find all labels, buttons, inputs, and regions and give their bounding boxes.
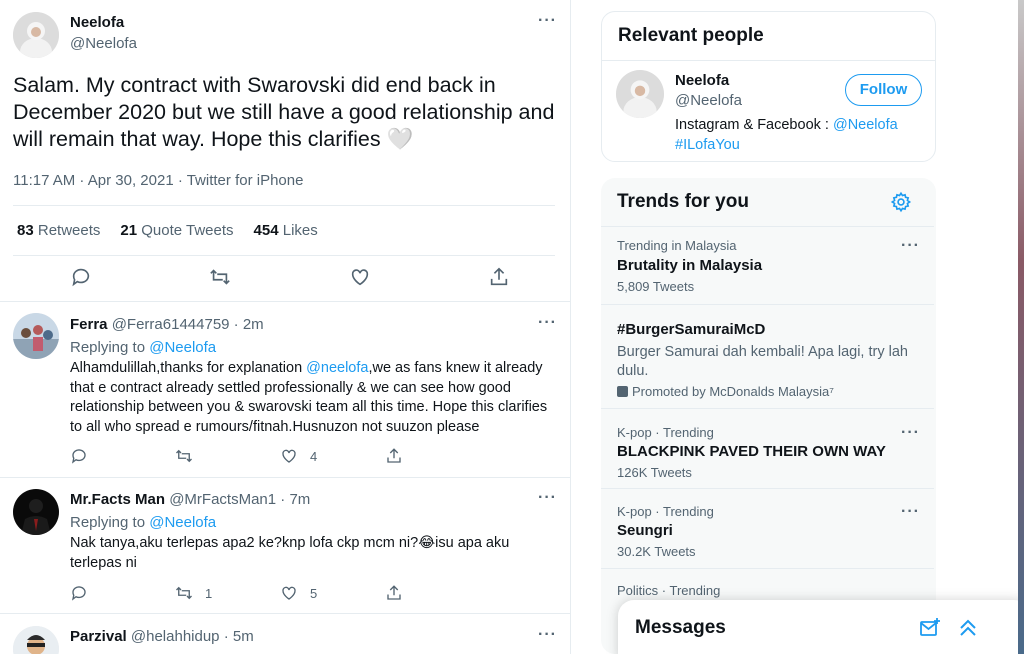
more-options-icon[interactable]: ···: [538, 489, 557, 507]
trend-item[interactable]: K-pop · Trending BLACKPINK PAVED THEIR O…: [601, 408, 934, 488]
reply-icon[interactable]: [70, 584, 175, 602]
like-icon[interactable]: 5: [280, 584, 385, 602]
quote-tweets-stat[interactable]: 21 Quote Tweets: [120, 222, 233, 239]
more-options-icon[interactable]: ···: [901, 424, 920, 442]
sidebar: Relevant people Neelofa @Neelofa Follow …: [571, 0, 1024, 654]
trend-item-promoted[interactable]: #BurgerSamuraiMcD Burger Samurai dah kem…: [601, 304, 934, 408]
reply-text: Alhamdulillah,thanks for explanation @ne…: [70, 360, 548, 435]
person-bio: Instagram & Facebook : @Neelofa #ILofaYo…: [675, 117, 898, 153]
person-name[interactable]: Neelofa: [675, 72, 729, 89]
reply-actions: 1 5: [70, 584, 490, 602]
tweet-actions: [70, 266, 510, 293]
retweet-icon[interactable]: 1: [175, 584, 280, 602]
replying-to-label: Replying to: [70, 514, 146, 531]
retweet-icon[interactable]: [209, 266, 231, 293]
messages-drawer[interactable]: Messages: [618, 600, 1024, 654]
divider: [0, 477, 570, 478]
avatar[interactable]: [13, 626, 59, 654]
more-options-icon[interactable]: ···: [901, 237, 920, 255]
divider: [0, 613, 570, 614]
author-name[interactable]: Ferra: [70, 316, 108, 333]
avatar[interactable]: [13, 12, 59, 58]
card-title: Relevant people: [618, 25, 764, 46]
tweet-stats: 83 Retweets 21 Quote Tweets 454 Likes: [17, 222, 318, 239]
retweet-icon[interactable]: [175, 447, 280, 465]
author-name[interactable]: Mr.Facts Man: [70, 491, 165, 508]
replying-to-label: Replying to: [70, 339, 146, 356]
more-options-icon[interactable]: ···: [538, 314, 557, 332]
bio-hashtag-link[interactable]: #ILofaYou: [675, 137, 740, 153]
reply-icon[interactable]: [70, 447, 175, 465]
likes-stat[interactable]: 454 Likes: [254, 222, 318, 239]
reply-actions: 4: [70, 447, 490, 465]
new-message-icon[interactable]: [918, 616, 942, 645]
mention-link[interactable]: @neelofa: [306, 360, 368, 376]
share-icon[interactable]: [385, 584, 490, 602]
avatar[interactable]: [13, 313, 59, 359]
reply-text: Nak tanya,aku terlepas apa2 ke?knp lofa …: [70, 535, 510, 571]
divider: [13, 205, 555, 206]
trend-item[interactable]: K-pop · Trending Seungri 30.2K Tweets ··…: [601, 488, 934, 568]
conversation-column: Neelofa @Neelofa ··· Salam. My contract …: [0, 0, 571, 654]
avatar[interactable]: [13, 489, 59, 535]
bio-mention-link[interactable]: @Neelofa: [833, 117, 898, 133]
author-name[interactable]: Neelofa: [70, 14, 124, 31]
share-icon[interactable]: [488, 266, 510, 293]
author-name[interactable]: Parzival: [70, 628, 127, 645]
share-icon[interactable]: [385, 447, 490, 465]
divider: [0, 301, 570, 302]
replying-to-link[interactable]: @Neelofa: [149, 514, 216, 531]
person-handle[interactable]: @Neelofa: [675, 92, 742, 109]
tweet-timestamp[interactable]: 11:17 AM · Apr 30, 2021 · Twitter for iP…: [13, 172, 303, 189]
more-options-icon[interactable]: ···: [538, 12, 557, 30]
reply-icon[interactable]: [70, 266, 92, 293]
author-handle[interactable]: @Ferra61444759 · 2m: [112, 316, 264, 333]
replying-to-link[interactable]: @Neelofa: [149, 339, 216, 356]
like-icon[interactable]: [349, 266, 371, 293]
retweets-stat[interactable]: 83 Retweets: [17, 222, 100, 239]
author-handle[interactable]: @helahhidup · 5m: [131, 628, 254, 645]
author-handle[interactable]: @Neelofa: [70, 35, 137, 52]
like-count: 5: [310, 585, 318, 601]
retweet-count: 1: [205, 585, 213, 601]
relevant-people-card: Relevant people Neelofa @Neelofa Follow …: [601, 11, 936, 162]
window-edge: [1018, 0, 1024, 654]
tweet-text: Salam. My contract with Swarovski did en…: [13, 73, 555, 151]
card-title: Trends for you: [617, 191, 749, 212]
trend-item[interactable]: Trending in Malaysia Brutality in Malays…: [601, 226, 934, 304]
like-count: 4: [310, 448, 318, 464]
more-options-icon[interactable]: ···: [538, 626, 557, 644]
promoted-icon: [617, 386, 628, 397]
settings-gear-icon[interactable]: [890, 191, 912, 218]
trends-card: Trends for you Trending in Malaysia Brut…: [601, 178, 936, 654]
messages-title: Messages: [635, 617, 726, 638]
follow-button[interactable]: Follow: [845, 74, 922, 106]
avatar[interactable]: [616, 70, 664, 118]
author-handle[interactable]: @MrFactsMan1 · 7m: [169, 491, 310, 508]
chevron-up-icon[interactable]: [956, 616, 980, 645]
divider: [602, 60, 935, 61]
like-icon[interactable]: 4: [280, 447, 385, 465]
more-options-icon[interactable]: ···: [901, 503, 920, 521]
divider: [13, 255, 555, 256]
